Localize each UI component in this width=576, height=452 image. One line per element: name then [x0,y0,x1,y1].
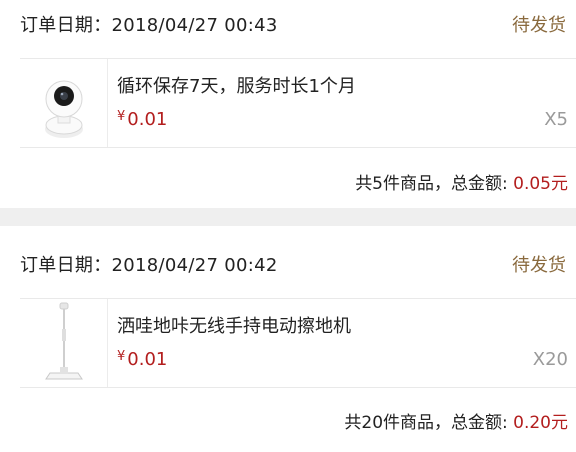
order-header: 订单日期：2018/04/27 00:43 待发货 [0,0,576,46]
order-date: 订单日期：2018/04/27 00:43 [20,11,278,37]
product-quantity: X5 [544,109,568,130]
product-row[interactable]: 洒哇地咔无线手持电动擦地机 ¥0.01 X20 [20,298,576,388]
summary-count: 共20件商品，总金额: [344,413,514,433]
product-name: 循环保存7天，服务时长1个月 [117,76,356,97]
price-amount: 0.01 [127,349,168,370]
summary-total: 0.05元 [513,174,568,194]
product-price: ¥0.01 [117,109,167,130]
security-camera-icon[interactable] [20,59,108,147]
product-quantity: X20 [532,349,568,370]
currency-symbol: ¥ [117,109,126,124]
order-status: 待发货 [512,255,566,276]
order-summary: 共5件商品，总金额: 0.05元 [355,169,568,194]
order-card[interactable]: 订单日期：2018/04/27 00:42 待发货 洒哇地咔无线手持电动擦地机 … [0,226,576,452]
floor-mop-icon[interactable] [20,299,108,387]
product-row[interactable]: 循环保存7天，服务时长1个月 ¥0.01 X5 [20,58,576,148]
order-date-label: 订单日期： [20,15,112,36]
summary-total: 0.20元 [513,413,568,433]
currency-symbol: ¥ [117,349,126,364]
order-summary: 共20件商品，总金额: 0.20元 [344,408,568,433]
order-header: 订单日期：2018/04/27 00:42 待发货 [0,240,576,286]
order-date-value: 2018/04/27 00:43 [111,15,278,36]
order-date-label: 订单日期： [20,255,112,276]
order-date: 订单日期：2018/04/27 00:42 [20,251,278,277]
summary-count: 共5件商品，总金额: [355,174,514,194]
order-status: 待发货 [512,15,566,36]
order-card[interactable]: 订单日期：2018/04/27 00:43 待发货 循环保存7天，服务时长1个月… [0,0,576,208]
product-name: 洒哇地咔无线手持电动擦地机 [117,316,351,337]
product-price: ¥0.01 [117,349,167,370]
price-amount: 0.01 [127,109,168,130]
order-date-value: 2018/04/27 00:42 [111,255,278,276]
